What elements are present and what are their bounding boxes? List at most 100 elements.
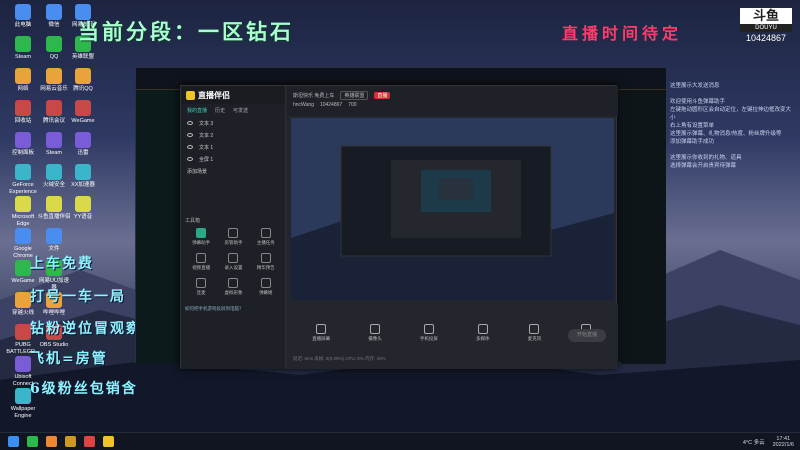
- tool-item[interactable]: 连麦: [185, 278, 217, 296]
- tool-label: 弹幕姬: [259, 290, 273, 295]
- panel-message: 右上角有设置菜单: [670, 123, 715, 129]
- desktop-icon[interactable]: Microsoft Edge: [6, 196, 40, 228]
- app-icon: [15, 164, 31, 180]
- tool-icon: [228, 253, 239, 263]
- tool-icon: [228, 278, 239, 288]
- desktop-icon[interactable]: 回收站: [6, 100, 40, 125]
- app-icon[interactable]: [84, 436, 95, 447]
- desktop-icon-label: GeForce Experience: [9, 182, 37, 195]
- panel-message: 选择弹幕会开启贵宾待弹幕: [670, 163, 737, 169]
- overlay-line: 上车免费: [30, 256, 94, 272]
- toolbox: 工具箱 弹幕助手 房管助手 主播任务 视频直播 录入设置 精华预告 连麦 虚拟形象 弹幕姬 如何…: [181, 217, 286, 312]
- tool-item[interactable]: 精华预告: [250, 253, 282, 271]
- desktop-icon-label: 穿越火线: [11, 310, 34, 316]
- scene-item[interactable]: 文本 3: [181, 117, 285, 129]
- app-logo-icon: [186, 90, 195, 100]
- source-button[interactable]: 摄像头: [368, 324, 382, 342]
- panel-message: 这里展示弹幕、礼物消息/热度、粉丝牌升级等: [670, 131, 782, 137]
- desktop-icon[interactable]: XX加速器: [66, 164, 100, 189]
- tool-label: 录入设置: [224, 265, 243, 270]
- desktop-icon-label: WeGame: [71, 118, 95, 124]
- scene-label: 文本 2: [199, 132, 214, 139]
- source-label: 直播屏幕: [312, 336, 331, 341]
- add-scene-label: 添加场景: [187, 168, 208, 175]
- lol-icon[interactable]: [65, 436, 76, 447]
- overlay-line: 飞机=房管: [30, 351, 108, 367]
- scene-item[interactable]: 文本 2: [181, 129, 285, 141]
- streaming-app-window[interactable]: 直播伴侣 我的直播 历史 可发送 文本 3 文本 2 文本 1 全屏 1 添加场景 工…: [180, 85, 618, 369]
- source-button[interactable]: 麦克风: [528, 324, 541, 342]
- eye-icon[interactable]: [187, 121, 193, 125]
- desktop-icon-label: WeGame: [11, 278, 35, 284]
- desktop: 此电脑 Steam 网络回收站控制面板 GeForce Experience Micro…: [0, 0, 800, 432]
- desktop-icon-label: 网络: [17, 86, 29, 92]
- desktop-icon[interactable]: 此电脑: [6, 4, 40, 29]
- desktop-icon[interactable]: 控制面板: [6, 132, 40, 157]
- tool-item[interactable]: 弹幕助手: [185, 228, 217, 246]
- stats-line: 延迟: 0ms 丢帧: 0(0.00%) CPU: 8% 内存: 40%: [293, 356, 386, 361]
- room-category[interactable]: 英雄联盟: [340, 90, 369, 100]
- eye-icon[interactable]: [187, 133, 193, 137]
- desktop-icon-label: 哔哩哔哩: [42, 310, 65, 316]
- app-icon: [15, 4, 31, 20]
- source-icon: [423, 324, 434, 334]
- app-icon: [15, 100, 31, 116]
- tab-history[interactable]: 历史: [215, 107, 225, 114]
- app-icon: [15, 388, 31, 404]
- hint-link[interactable]: 如何把手机游戏投屏到电脑？: [185, 306, 282, 312]
- stream-preview[interactable]: [291, 118, 614, 300]
- start-live-button[interactable]: 开始直播: [568, 329, 606, 342]
- desktop-icon-label: Steam: [15, 54, 31, 60]
- desktop-icon-label: XX加速器: [71, 182, 95, 188]
- preview-nested-capture: [291, 118, 614, 300]
- source-button[interactable]: 手机投屏: [420, 324, 438, 342]
- eye-icon[interactable]: [187, 145, 193, 149]
- tool-item[interactable]: 主播任务: [250, 228, 282, 246]
- scene-item[interactable]: 全屏 1: [181, 153, 285, 165]
- desktop-icon[interactable]: GeForce Experience: [6, 164, 40, 196]
- desktop-icon[interactable]: 网络: [6, 68, 40, 93]
- tool-item[interactable]: 虚拟形象: [217, 278, 249, 296]
- panel-message: 添加弹幕助手成功: [670, 139, 715, 145]
- windows-start-icon[interactable]: [8, 436, 19, 447]
- desktop-icon[interactable]: 文件: [37, 228, 71, 253]
- tab-sendable[interactable]: 可发送: [233, 107, 248, 114]
- tool-icon: [260, 278, 271, 288]
- app-icon: [46, 132, 62, 148]
- source-button[interactable]: 多媒体: [476, 324, 490, 342]
- tool-label: 连麦: [196, 290, 206, 295]
- tool-icon: [228, 228, 239, 238]
- source-button[interactable]: 直播屏幕: [312, 324, 330, 342]
- app-icon: [75, 164, 91, 180]
- add-scene-button[interactable]: 添加场景: [181, 165, 285, 177]
- app-icon: [15, 68, 31, 84]
- douyu-icon[interactable]: [46, 436, 57, 447]
- tab-my-live[interactable]: 我的直播: [187, 107, 207, 114]
- desktop-icon[interactable]: 腾讯QQ: [66, 68, 100, 93]
- desktop-icon[interactable]: 迅雷: [66, 132, 100, 157]
- desktop-icon[interactable]: WeGame: [66, 100, 100, 125]
- host-name: hncWang: [293, 102, 314, 108]
- clock[interactable]: 17:41 2022/1/6: [773, 436, 794, 448]
- app-icon: [15, 324, 31, 340]
- tool-item[interactable]: 弹幕姬: [250, 278, 282, 296]
- wechat-icon[interactable]: [27, 436, 38, 447]
- eye-icon[interactable]: [187, 157, 193, 161]
- logo-sub: DOUYU: [740, 24, 792, 32]
- scene-item[interactable]: 文本 1: [181, 141, 285, 153]
- app-icon: [46, 164, 62, 180]
- tool-item[interactable]: 房管助手: [217, 228, 249, 246]
- desktop-icon[interactable]: Steam: [6, 36, 40, 61]
- room-title[interactable]: 斯坦快乐 免费上车: [293, 92, 334, 99]
- tool-item[interactable]: 视频直播: [185, 253, 217, 271]
- tool-item[interactable]: 录入设置: [217, 253, 249, 271]
- app-icon: [15, 228, 31, 244]
- danmaku-assistant-panel: 这里展示大发送消息 欢迎使用斗鱼弹幕助手 左键拖动圆形区会自动定位，左键拉伸边框改变…: [670, 82, 795, 170]
- panel-message: 这里展示你收到的礼物、道具: [670, 155, 742, 161]
- app-icon: [46, 68, 62, 84]
- app-icon: [46, 228, 62, 244]
- app-icon: [15, 36, 31, 52]
- desktop-icon[interactable]: YY语音: [66, 196, 100, 221]
- stream-app-icon[interactable]: [103, 436, 114, 447]
- app-icon: [46, 100, 62, 116]
